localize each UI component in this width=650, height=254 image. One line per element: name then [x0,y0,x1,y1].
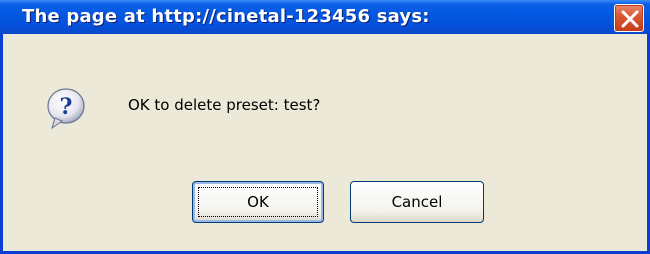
ok-button[interactable]: OK [192,181,324,223]
title-bar[interactable]: The page at http://cinetal-123456 says: [0,0,650,34]
cancel-button[interactable]: Cancel [350,181,484,223]
dialog-message: OK to delete preset: test? [128,96,321,114]
svg-text:?: ? [60,94,73,120]
cancel-button-label: Cancel [391,193,443,211]
question-icon: ? [47,88,85,129]
confirm-dialog: The page at http://cinetal-123456 says: … [0,0,650,254]
ok-button-label: OK [247,193,269,211]
close-icon [621,10,639,28]
close-button[interactable] [614,4,644,32]
dialog-title: The page at http://cinetal-123456 says: [22,6,430,27]
